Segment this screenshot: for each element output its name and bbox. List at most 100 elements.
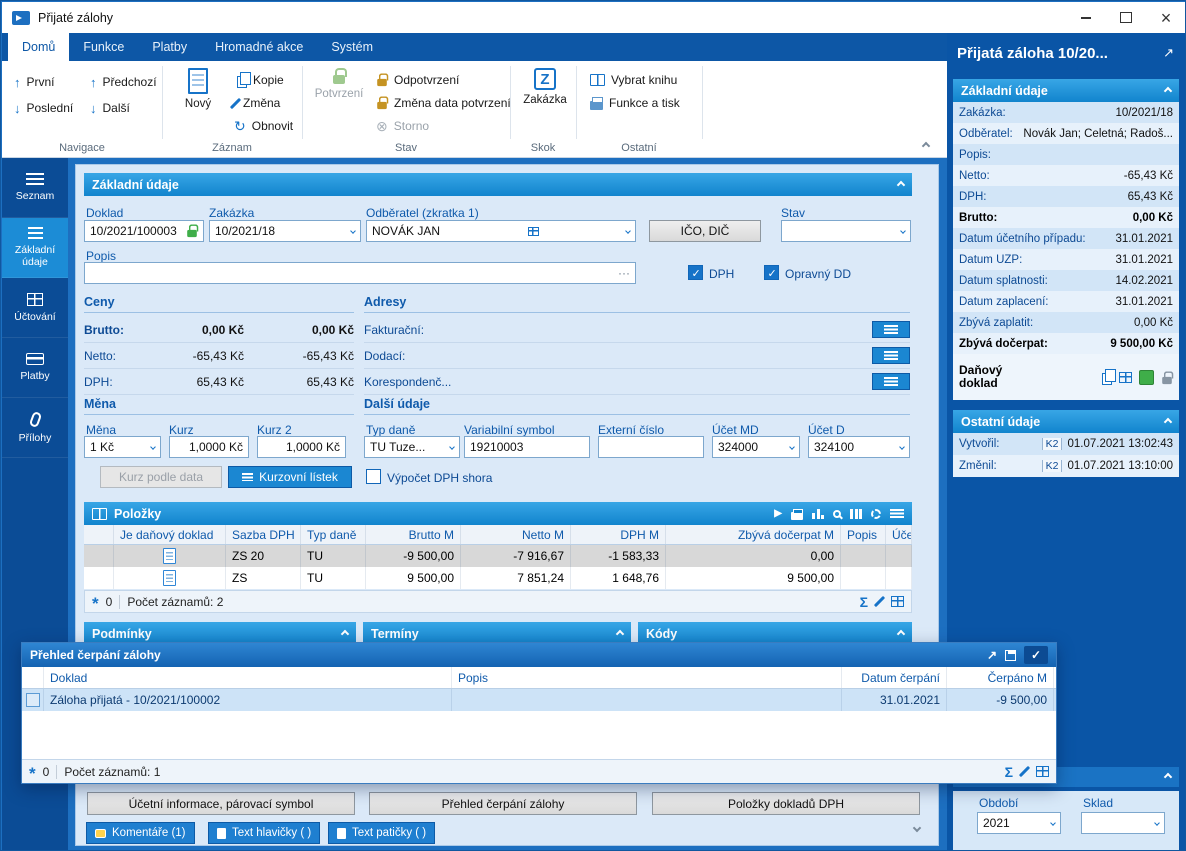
ico-dic-button[interactable]: IČO, DIČ <box>649 220 761 242</box>
tab-system[interactable]: Systém <box>317 33 387 61</box>
doklad-field[interactable]: 10/2021/100003 <box>84 220 204 242</box>
chart-icon[interactable] <box>812 508 824 519</box>
obdobi-field[interactable]: 2021 <box>977 812 1061 834</box>
close-button[interactable] <box>1146 2 1185 33</box>
kurzovni-listek-button[interactable]: Kurzovní lístek <box>228 466 352 488</box>
dropdown-icon[interactable] <box>146 444 156 450</box>
polozky-row-1[interactable]: ZS 20 TU -9 500,00 -7 916,67 -1 583,33 0… <box>84 545 912 567</box>
collapse-ribbon-button[interactable] <box>921 141 931 151</box>
opravny-dd-checkbox[interactable] <box>764 265 779 280</box>
first-button[interactable]: ↑ První <box>8 71 61 93</box>
col-typ-dane[interactable]: Typ daně <box>301 525 366 544</box>
col-popis[interactable]: Popis <box>841 525 886 544</box>
next-button[interactable]: ↓ Další <box>84 97 136 119</box>
partner-link-icon[interactable] <box>523 226 539 236</box>
tab-hromadne-akce[interactable]: Hromadné akce <box>201 33 317 61</box>
search-icon[interactable] <box>833 509 841 518</box>
filter-icon[interactable]: * <box>29 765 36 782</box>
edit-button[interactable]: Změna <box>228 92 286 114</box>
more-button[interactable]: ··· <box>613 266 630 280</box>
filter-icon[interactable]: * <box>92 595 99 612</box>
address-menu-button[interactable] <box>872 321 910 338</box>
functions-print-button[interactable]: Funkce a tisk <box>584 92 686 114</box>
address-menu-button[interactable] <box>872 347 910 364</box>
dropdown-icon[interactable] <box>785 444 795 450</box>
odberatel-field[interactable]: NOVÁK JAN <box>366 220 636 242</box>
externi-cislo-field[interactable] <box>598 436 704 458</box>
table-edit-icon[interactable] <box>891 596 904 607</box>
col-netto[interactable]: Netto M <box>461 525 571 544</box>
new-button[interactable]: Nový <box>174 61 222 110</box>
dropdown-icon[interactable] <box>1046 820 1056 826</box>
dropdown-icon[interactable] <box>1150 820 1160 826</box>
menu-icon[interactable] <box>890 509 904 518</box>
open-in-window-icon[interactable]: ↗ <box>1163 45 1174 61</box>
play-icon[interactable]: ▶ <box>774 508 782 519</box>
dropdown-icon[interactable] <box>895 444 905 450</box>
col-cerpano[interactable]: Čerpáno M <box>947 667 1054 688</box>
sklad-field[interactable] <box>1081 812 1165 834</box>
var-symbol-field[interactable]: 19210003 <box>464 436 590 458</box>
dropdown-icon[interactable] <box>445 444 455 450</box>
col-sazba[interactable]: Sazba DPH <box>226 525 301 544</box>
dropdown-icon[interactable] <box>621 228 631 234</box>
previous-button[interactable]: ↑ Předchozí <box>84 71 163 93</box>
tab-domu[interactable]: Domů <box>8 33 70 61</box>
col-doklad[interactable]: Doklad <box>44 667 452 688</box>
col-brutto[interactable]: Brutto M <box>366 525 461 544</box>
collapse-section-icon[interactable] <box>615 629 625 638</box>
tab-funkce[interactable]: Funkce <box>69 33 138 61</box>
change-confirm-date-button[interactable]: Změna data potvrzení <box>370 92 517 114</box>
print-icon[interactable] <box>791 508 803 520</box>
sum-icon[interactable]: Σ <box>1005 764 1013 780</box>
maximize-button[interactable] <box>1106 2 1146 33</box>
copy-icon[interactable] <box>1102 368 1116 385</box>
columns-icon[interactable] <box>850 508 862 519</box>
scroll-down-button[interactable] <box>912 823 922 833</box>
popis-field[interactable]: ··· <box>84 262 636 284</box>
collapse-section-icon[interactable] <box>1163 417 1173 426</box>
polozky-row-2[interactable]: ZS TU 9 500,00 7 851,24 1 648,76 9 500,0… <box>84 567 912 589</box>
collapse-section-icon[interactable] <box>896 629 906 638</box>
sidebar-item-zakladni-udaje[interactable]: Základní údaje <box>2 218 68 278</box>
section-header-zakladni-udaje[interactable]: Základní údaje <box>84 173 912 196</box>
dph-checkbox[interactable] <box>688 265 703 280</box>
preview-section-zakladni[interactable]: Základní údaje <box>953 79 1179 102</box>
sum-icon[interactable]: Σ <box>860 594 868 610</box>
zakazka-field[interactable]: 10/2021/18 <box>209 220 361 242</box>
gear-icon[interactable] <box>871 508 881 519</box>
col-popis[interactable]: Popis <box>452 667 842 688</box>
col-dph[interactable]: DPH M <box>571 525 666 544</box>
col-je-danovy[interactable]: Je daňový doklad <box>114 525 226 544</box>
last-button[interactable]: ↓ Poslední <box>8 97 79 119</box>
preview-section-ostatni[interactable]: Ostatní údaje <box>953 410 1179 433</box>
mena-field[interactable]: 1 Kč <box>84 436 161 458</box>
vypocet-dph-checkbox[interactable] <box>366 469 381 484</box>
select-book-button[interactable]: Vybrat knihu <box>584 69 683 91</box>
dialog-titlebar[interactable]: Přehled čerpání zálohy ↗ ✓ <box>22 643 1056 667</box>
copy-button[interactable]: Kopie <box>228 69 290 91</box>
sidebar-item-seznam[interactable]: Seznam <box>2 158 68 218</box>
table-edit-icon[interactable] <box>1036 766 1049 777</box>
sidebar-item-platby[interactable]: Platby <box>2 338 68 398</box>
unconfirm-button[interactable]: Odpotvrzení <box>370 69 465 91</box>
kurz-field[interactable]: 1,0000 Kč <box>169 436 249 458</box>
ucet-md-field[interactable]: 324000 <box>712 436 800 458</box>
zakazka-jump-button[interactable]: Zakázka <box>518 61 572 106</box>
table-icon[interactable] <box>1119 371 1132 383</box>
confirm-check-button[interactable]: ✓ <box>1024 646 1048 664</box>
address-menu-button[interactable] <box>872 373 910 390</box>
tab-text-paticky[interactable]: Text patičky ( ) <box>328 822 436 844</box>
tab-komentare[interactable]: Komentáře (1) <box>86 822 195 844</box>
typ-dane-field[interactable]: TU Tuze... <box>364 436 460 458</box>
prehled-cerpani-button[interactable]: Přehled čerpání zálohy <box>369 792 637 815</box>
row-selector[interactable] <box>25 693 40 707</box>
pencil-icon[interactable] <box>1018 765 1031 778</box>
dropdown-icon[interactable] <box>896 228 906 234</box>
kurz2-field[interactable]: 1,0000 Kč <box>257 436 346 458</box>
stav-field[interactable] <box>781 220 911 242</box>
collapse-section-icon[interactable] <box>896 180 906 189</box>
ucet-d-field[interactable]: 324100 <box>808 436 910 458</box>
tab-platby[interactable]: Platby <box>138 33 201 61</box>
sidebar-item-uctovani[interactable]: Účtování <box>2 278 68 338</box>
